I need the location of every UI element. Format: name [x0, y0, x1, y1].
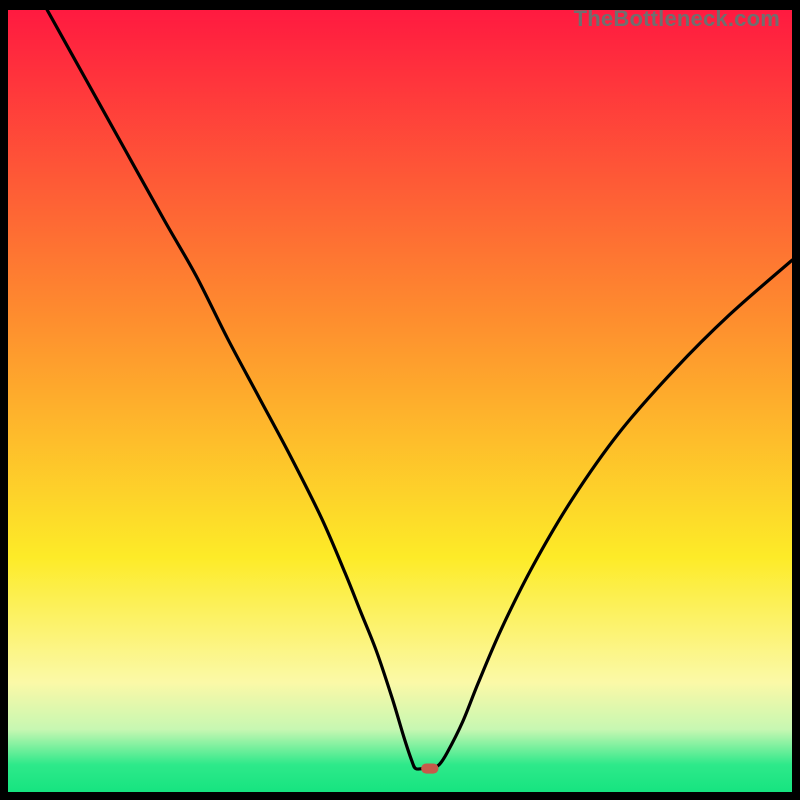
watermark-text: TheBottleneck.com [574, 6, 780, 32]
chart-background [8, 10, 792, 792]
chart-frame: TheBottleneck.com [8, 10, 792, 792]
chart-svg [8, 10, 792, 792]
optimal-point-marker [421, 763, 438, 773]
